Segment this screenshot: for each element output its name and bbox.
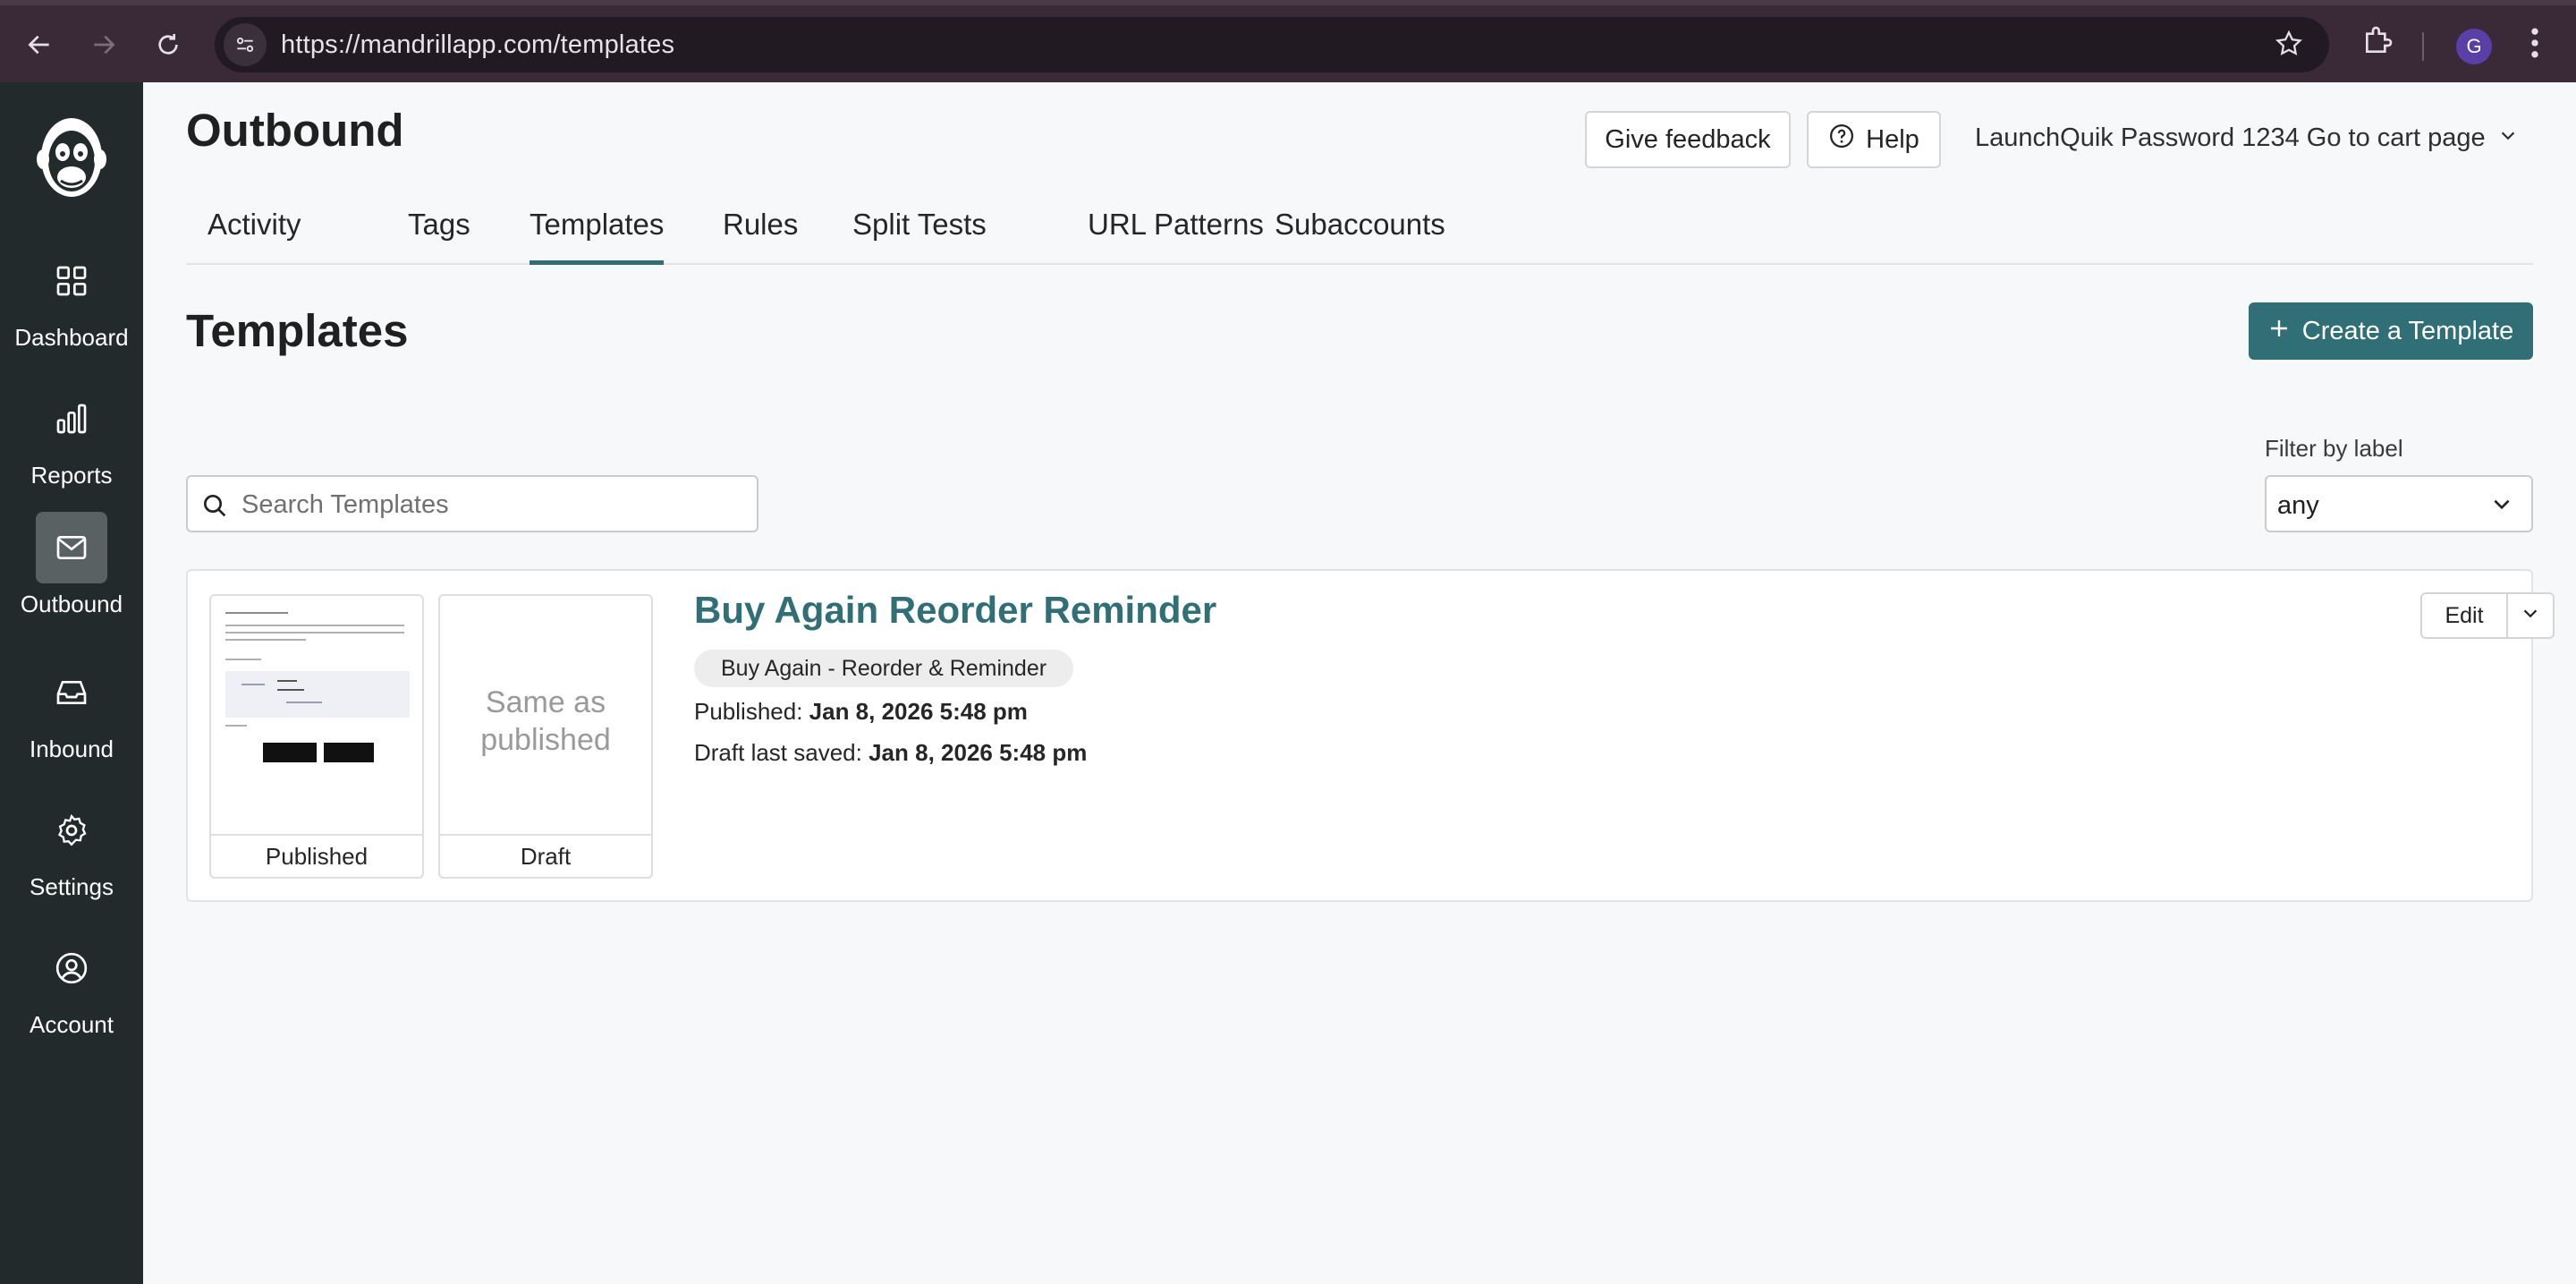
profile-avatar[interactable]: G — [2456, 29, 2492, 64]
sidebar-label: Reports — [30, 462, 113, 489]
template-label-badge[interactable]: Buy Again - Reorder & Reminder — [694, 650, 1074, 687]
dashboard-grid-icon — [36, 245, 107, 317]
bookmark-star-icon[interactable] — [2274, 29, 2304, 64]
app-sidebar: Dashboard Reports Outbound Inbound Setti… — [0, 82, 143, 1284]
template-card: Published Same as published Draft Buy Ag… — [186, 569, 2555, 902]
filter-value: any — [2277, 491, 2319, 520]
plus-icon — [2268, 317, 2290, 346]
sidebar-item-settings[interactable]: Settings — [0, 795, 143, 920]
extensions-icon[interactable] — [2360, 23, 2395, 64]
account-name: LaunchQuik Password 1234 Go to cart page — [1975, 123, 2486, 152]
edit-button-group: Edit — [2420, 592, 2555, 639]
draft-preview[interactable]: Same as published Draft — [438, 594, 653, 879]
sidebar-item-inbound[interactable]: Inbound — [0, 657, 143, 782]
mandrill-logo[interactable] — [34, 106, 109, 204]
gear-icon — [36, 795, 107, 866]
edit-button[interactable]: Edit — [2420, 592, 2508, 639]
give-feedback-button[interactable]: Give feedback — [1585, 111, 1791, 168]
sidebar-label: Dashboard — [14, 324, 129, 351]
main-content: Outbound Give feedback Help LaunchQuik P… — [143, 82, 2576, 1284]
browser-toolbar: https://mandrillapp.com/templates G — [0, 0, 2576, 82]
tab-split-tests[interactable]: Split Tests — [852, 208, 987, 265]
template-name-link[interactable]: Buy Again Reorder Reminder — [694, 589, 1216, 632]
user-circle-icon — [36, 932, 107, 1004]
bar-chart-icon — [36, 383, 107, 455]
chevron-down-icon — [2490, 493, 2513, 523]
sidebar-item-dashboard[interactable]: Dashboard — [0, 245, 143, 370]
browser-menu-icon[interactable] — [2521, 23, 2549, 67]
page-title: Outbound — [186, 105, 404, 156]
draft-caption: Draft — [440, 834, 651, 877]
sidebar-item-reports[interactable]: Reports — [0, 383, 143, 508]
section-title: Templates — [186, 305, 409, 356]
tab-rules[interactable]: Rules — [723, 208, 798, 265]
more-actions-dropdown[interactable] — [2508, 592, 2555, 639]
reload-icon[interactable] — [147, 23, 190, 66]
mail-icon — [36, 512, 107, 583]
published-info: Published: Jan 8, 2026 5:48 pm — [694, 698, 1028, 726]
draft-info: Draft last saved: Jan 8, 2026 5:48 pm — [694, 739, 1087, 767]
sidebar-label: Settings — [30, 873, 114, 900]
published-date: Jan 8, 2026 5:48 pm — [809, 698, 1028, 725]
toolbar-divider — [2422, 32, 2424, 61]
tab-subaccounts[interactable]: Subaccounts — [1275, 208, 1445, 265]
tab-templates[interactable]: Templates — [530, 208, 665, 265]
published-caption: Published — [211, 834, 422, 877]
filter-by-label-label: Filter by label — [2265, 435, 2403, 462]
chevron-down-icon — [2521, 604, 2540, 628]
help-button[interactable]: Help — [1807, 111, 1941, 168]
tab-activity[interactable]: Activity — [208, 208, 301, 265]
sidebar-label: Outbound — [20, 591, 123, 617]
draft-preview-text: Same as published — [480, 685, 611, 757]
forward-icon[interactable] — [82, 23, 125, 66]
sidebar-item-account[interactable]: Account — [0, 932, 143, 1058]
draft-prefix: Draft last saved: — [694, 739, 862, 766]
chevron-down-icon — [2498, 123, 2518, 153]
help-label: Help — [1866, 124, 1919, 154]
account-menu[interactable]: LaunchQuik Password 1234 Go to cart page — [1975, 123, 2518, 153]
site-settings-icon[interactable] — [224, 23, 267, 66]
back-icon[interactable] — [18, 23, 61, 66]
filter-by-label-select[interactable]: any — [2265, 475, 2533, 532]
create-template-label: Create a Template — [2301, 316, 2514, 345]
draft-date: Jan 8, 2026 5:48 pm — [869, 739, 1088, 766]
tab-tags[interactable]: Tags — [408, 208, 470, 265]
sidebar-item-outbound[interactable]: Outbound — [0, 512, 143, 637]
create-template-button[interactable]: Create a Template — [2249, 302, 2533, 360]
search-input[interactable] — [242, 489, 742, 520]
sidebar-label: Account — [30, 1011, 114, 1038]
search-icon — [200, 491, 229, 524]
tab-url-patterns[interactable]: URL Patterns — [1088, 208, 1264, 265]
published-prefix: Published: — [694, 698, 803, 725]
address-bar[interactable]: https://mandrillapp.com/templates — [215, 17, 2329, 72]
url-text[interactable]: https://mandrillapp.com/templates — [281, 30, 674, 60]
published-thumbnail-image — [224, 608, 413, 787]
sidebar-label: Inbound — [30, 736, 114, 762]
published-preview[interactable]: Published — [209, 594, 424, 879]
outbound-tabs: Activity Tags Templates Rules Split Test… — [186, 208, 2533, 265]
help-circle-icon — [1828, 123, 1855, 157]
inbox-icon — [36, 657, 107, 728]
search-templates-field — [186, 475, 758, 532]
